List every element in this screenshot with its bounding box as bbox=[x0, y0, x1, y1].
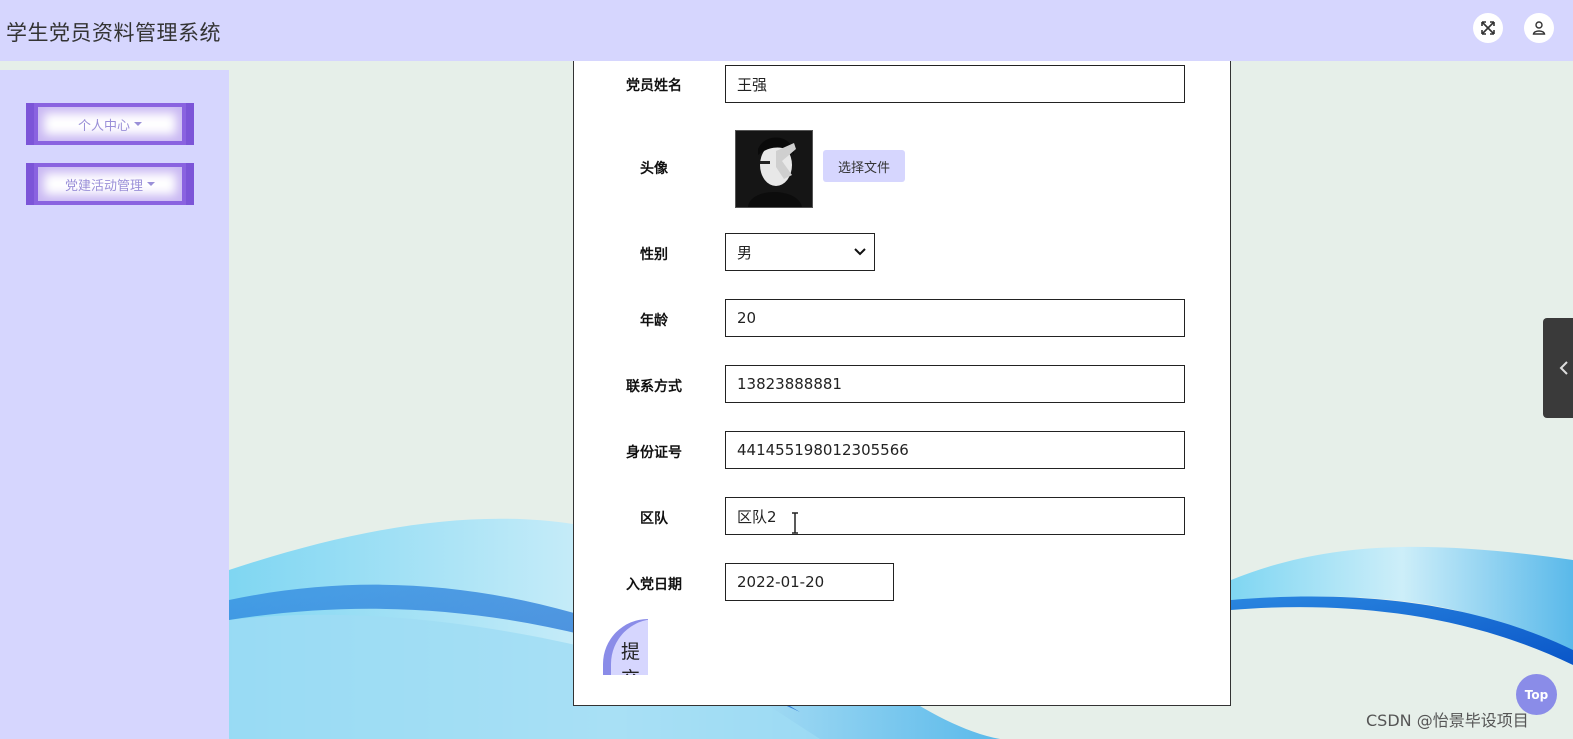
watermark: CSDN @怡景毕设项目 bbox=[1366, 711, 1529, 730]
field-label-phone: 联系方式 bbox=[626, 379, 682, 395]
gender-value: 男 bbox=[737, 243, 753, 262]
submit-label: 提交 bbox=[621, 641, 641, 675]
avatar-image bbox=[735, 130, 813, 208]
form-panel: 党员姓名 王强 头像 选择文件 性别 男 年龄 20 联系方式 13823888… bbox=[573, 61, 1231, 706]
age-input[interactable]: 20 bbox=[725, 299, 1185, 337]
field-label-name: 党员姓名 bbox=[626, 78, 682, 94]
choose-file-button[interactable]: 选择文件 bbox=[823, 150, 905, 182]
join-date-input[interactable]: 2022-01-20 bbox=[725, 563, 894, 601]
gender-select[interactable]: 男 bbox=[725, 233, 875, 271]
expand-arrows-icon bbox=[1481, 21, 1495, 35]
sidebar-item-personal-center[interactable]: 个人中心 bbox=[26, 103, 194, 145]
app-title: 学生党员资料管理系统 bbox=[6, 21, 221, 45]
submit-button[interactable]: 提交 bbox=[603, 619, 648, 675]
join-date-value: 2022-01-20 bbox=[737, 573, 825, 591]
name-value: 王强 bbox=[737, 75, 768, 94]
field-label-avatar: 头像 bbox=[640, 161, 668, 177]
age-value: 20 bbox=[737, 309, 757, 327]
sidebar-item-label: 个人中心 bbox=[77, 118, 130, 134]
name-input[interactable]: 王强 bbox=[725, 65, 1185, 103]
user-icon bbox=[1532, 21, 1546, 35]
field-label-age: 年龄 bbox=[640, 313, 668, 329]
sidebar: 个人中心 党建活动管理 bbox=[0, 70, 229, 739]
field-label-join-date: 入党日期 bbox=[626, 577, 682, 593]
chevron-left-icon bbox=[1559, 361, 1568, 375]
sidebar-item-party-activity[interactable]: 党建活动管理 bbox=[26, 163, 194, 205]
user-button[interactable] bbox=[1524, 13, 1554, 43]
fullscreen-button[interactable] bbox=[1473, 13, 1503, 43]
chevron-down-icon bbox=[854, 248, 866, 256]
field-label-id-number: 身份证号 bbox=[626, 445, 682, 461]
caret-down-icon bbox=[134, 122, 142, 126]
side-panel-toggle[interactable] bbox=[1543, 318, 1573, 418]
sidebar-item-label: 党建活动管理 bbox=[64, 178, 143, 194]
id-number-value: 441455198012305566 bbox=[737, 441, 909, 459]
phone-input[interactable]: 13823888881 bbox=[725, 365, 1185, 403]
caret-down-icon bbox=[147, 182, 155, 186]
field-label-gender: 性别 bbox=[640, 247, 668, 263]
field-label-district: 区队 bbox=[640, 511, 668, 527]
top-header: 学生党员资料管理系统 bbox=[0, 0, 1573, 61]
text-cursor-icon bbox=[792, 512, 798, 534]
id-number-input[interactable]: 441455198012305566 bbox=[725, 431, 1185, 469]
district-value: 区队2 bbox=[737, 507, 777, 526]
phone-value: 13823888881 bbox=[737, 375, 842, 393]
